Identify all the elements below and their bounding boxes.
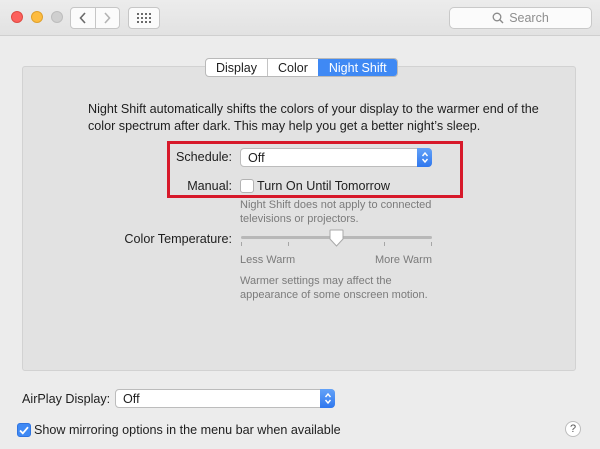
show-all-button[interactable] — [128, 7, 160, 29]
slider-note: Warmer settings may affect the appearanc… — [240, 275, 428, 301]
zoom-window-button[interactable] — [51, 11, 63, 23]
grid-icon — [137, 13, 151, 23]
search-icon — [492, 12, 504, 24]
chevron-left-icon — [79, 12, 86, 24]
slider-tick — [288, 242, 289, 246]
back-button[interactable] — [71, 8, 95, 28]
window-toolbar: Search — [0, 0, 600, 36]
tab-bar: Display Color Night Shift — [205, 58, 398, 77]
slider-tick — [431, 242, 432, 246]
airplay-display-label: AirPlay Display: — [22, 392, 111, 406]
show-mirroring-label[interactable]: Show mirroring options in the menu bar w… — [34, 423, 341, 437]
slider-min-label: Less Warm — [240, 254, 296, 266]
search-placeholder: Search — [509, 11, 549, 25]
search-field[interactable]: Search — [449, 7, 592, 29]
tab-color[interactable]: Color — [267, 59, 318, 76]
manual-note: Night Shift does not apply to connected … — [240, 199, 432, 225]
tab-night-shift[interactable]: Night Shift — [317, 59, 397, 76]
tab-display[interactable]: Display — [206, 59, 267, 76]
show-mirroring-checkbox[interactable] — [17, 423, 31, 437]
airplay-display-popup[interactable]: Off — [115, 389, 335, 408]
color-temperature-slider-thumb[interactable] — [329, 229, 344, 247]
navigation-buttons — [70, 7, 120, 29]
forward-button[interactable] — [94, 8, 120, 28]
up-down-chevron-icon — [324, 392, 331, 405]
checkmark-icon — [19, 426, 29, 435]
slider-max-label: More Warm — [374, 254, 432, 266]
night-shift-description: Night Shift automatically shifts the col… — [88, 102, 539, 133]
chevron-right-icon — [104, 12, 111, 24]
minimize-window-button[interactable] — [31, 11, 43, 23]
slider-tick — [384, 242, 385, 246]
slider-tick — [241, 242, 242, 246]
color-temperature-label: Color Temperature: — [124, 232, 232, 246]
help-button[interactable]: ? — [565, 421, 581, 437]
close-window-button[interactable] — [11, 11, 23, 23]
airplay-display-stepper[interactable] — [320, 389, 335, 408]
airplay-display-value: Off — [123, 391, 140, 406]
highlight-box — [167, 141, 463, 198]
